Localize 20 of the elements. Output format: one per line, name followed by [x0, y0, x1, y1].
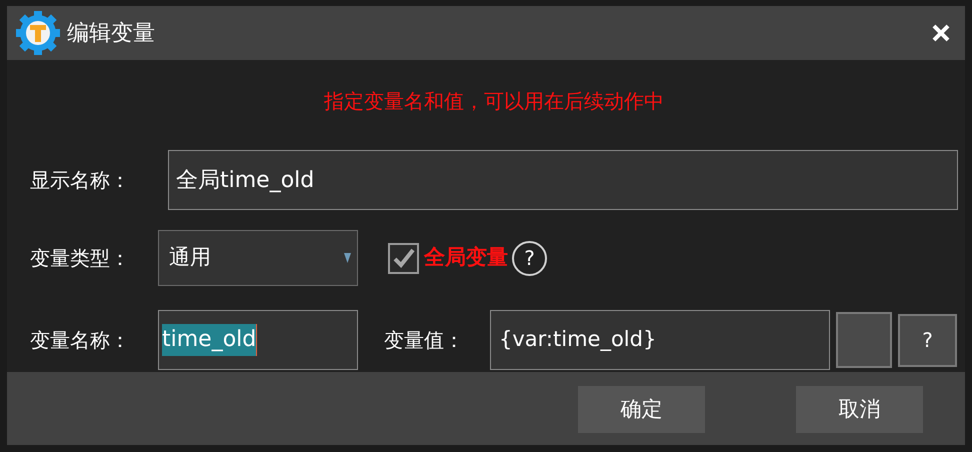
field-label: 变量值： [384, 327, 465, 354]
selected-text: time_old [162, 324, 258, 356]
display-name-field[interactable]: 全局time_old [168, 150, 958, 210]
dialog-button[interactable]: 确定 [578, 386, 705, 433]
field-label: 变量名称： [30, 327, 131, 354]
help-button[interactable]: ? [898, 314, 957, 366]
close-icon[interactable] [931, 23, 951, 43]
field-label: 显示名称： [30, 167, 131, 194]
window-title: 编辑变量 [67, 20, 155, 48]
hint-text: 指定变量名和值，可以用在后续动作中 [323, 88, 665, 115]
dialog-button[interactable]: 取消 [796, 386, 923, 433]
help-button[interactable]: ? [512, 240, 547, 276]
field-label: 变量类型： [30, 245, 131, 272]
variable-name-field[interactable]: time_old [158, 310, 358, 370]
checkbox-label: 全局变量 [424, 244, 508, 272]
variable-value-field[interactable]: {var:time_old} [490, 310, 830, 370]
type-dropdown[interactable]: 通用 [158, 230, 358, 286]
app-logo-icon [15, 10, 61, 56]
caret-icon [344, 253, 351, 263]
checkbox[interactable] [388, 242, 419, 274]
